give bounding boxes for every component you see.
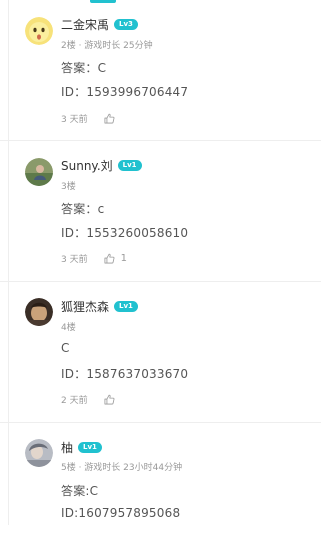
comment-answer: 答案:C	[61, 484, 99, 498]
comment-item: 狐狸杰森 Lv1 4楼 C ID：1587637033670 2 天前	[0, 282, 321, 423]
level-badge: Lv3	[114, 18, 138, 30]
comment-item: 二金宋禹 Lv3 2楼 · 游戏时长 25分钟 答案：C ID：15939967…	[0, 0, 321, 141]
comment-id: ID：1593996706447	[61, 85, 189, 99]
comment-answer: C	[61, 341, 70, 355]
comment-footer: 3 天前	[61, 112, 121, 125]
comment-answer: 答案：C	[61, 61, 107, 75]
username[interactable]: 柚	[61, 439, 73, 456]
like-button[interactable]	[104, 113, 121, 124]
comment-meta: 2楼 · 游戏时长 25分钟	[61, 41, 153, 51]
level-badge: Lv1	[117, 159, 142, 171]
user-row: 狐狸杰森 Lv1	[61, 298, 138, 314]
level-badge: Lv1	[78, 441, 102, 453]
comment-item: 柚 Lv1 5楼 · 游戏时长 23小时44分钟 答案:C ID:1607957…	[0, 423, 321, 533]
comment-meta: 3楼	[61, 182, 76, 192]
comment-meta: 5楼 · 游戏时长 23小时44分钟	[61, 463, 183, 473]
thumbs-up-icon	[104, 394, 115, 405]
comment-meta: 4楼	[61, 323, 76, 333]
level-badge: Lv1	[114, 300, 138, 312]
avatar[interactable]	[25, 158, 53, 186]
comment-answer: 答案：c	[61, 202, 105, 216]
like-button[interactable]	[104, 394, 121, 405]
like-count: 1	[120, 253, 127, 264]
user-row: Sunny.刘 Lv1	[61, 157, 142, 173]
username[interactable]: 二金宋禹	[61, 16, 109, 33]
user-row: 二金宋禹 Lv3	[61, 16, 138, 32]
post-time: 2 天前	[61, 396, 88, 406]
post-time: 3 天前	[61, 255, 88, 265]
user-row: 柚 Lv1	[61, 439, 102, 455]
comment-id: ID:1607957895068	[61, 506, 181, 520]
username[interactable]: 狐狸杰森	[61, 298, 109, 315]
comment-footer: 3 天前 1	[61, 252, 127, 265]
comment-item: Sunny.刘 Lv1 3楼 答案：c ID：1553260058610 3 天…	[0, 141, 321, 282]
avatar[interactable]	[25, 298, 53, 326]
comment-id: ID：1587637033670	[61, 367, 189, 381]
avatar[interactable]	[25, 439, 53, 467]
comment-footer: 2 天前	[61, 393, 121, 406]
thumbs-up-icon	[104, 253, 115, 264]
username[interactable]: Sunny.刘	[61, 157, 113, 174]
like-button[interactable]: 1	[104, 253, 127, 264]
avatar[interactable]	[25, 17, 53, 45]
comment-id: ID：1553260058610	[61, 226, 189, 240]
thumbs-up-icon	[104, 113, 115, 124]
post-time: 3 天前	[61, 115, 88, 125]
